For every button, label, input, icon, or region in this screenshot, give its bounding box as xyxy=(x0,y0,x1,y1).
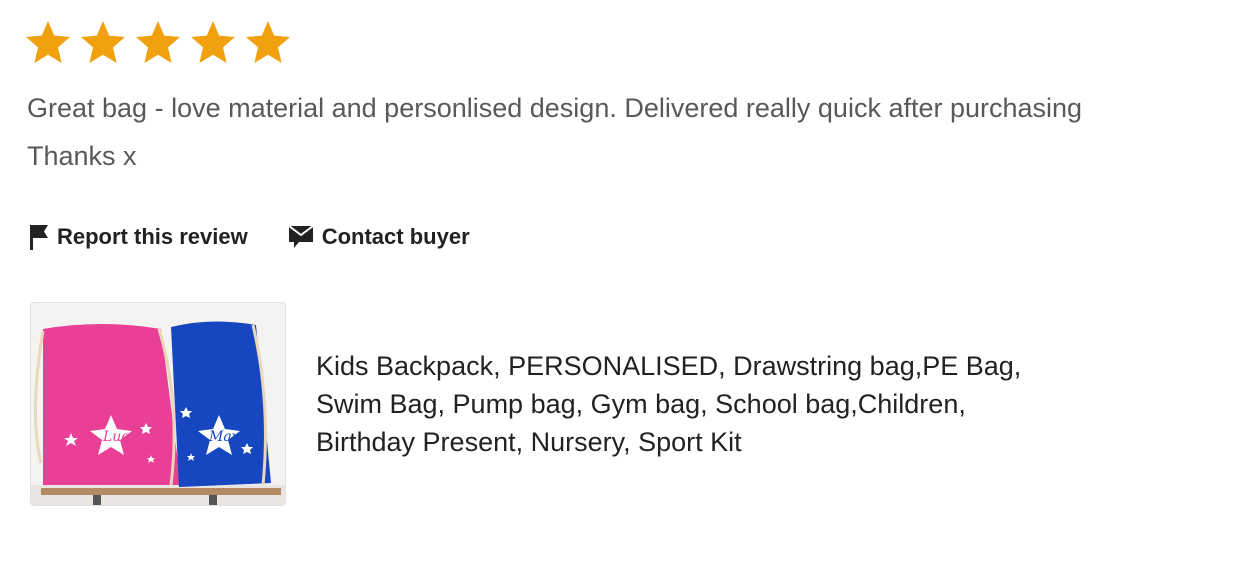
contact-buyer-label: Contact buyer xyxy=(321,224,470,249)
star-icon xyxy=(136,21,180,63)
star-icon xyxy=(191,21,235,63)
contact-buyer-link[interactable]: Contact buyer xyxy=(288,224,470,250)
star-icon xyxy=(246,21,290,63)
review-text-line: Thanks x xyxy=(27,141,137,171)
listing-item: Lucy Max Kids Backpack, PERSONALISED, Dr… xyxy=(30,302,1076,506)
listing-thumbnail[interactable]: Lucy Max xyxy=(30,302,286,506)
report-review-label: Report this review xyxy=(57,224,248,249)
star-icon xyxy=(26,21,70,63)
review-actions: Report this review Contact buyer xyxy=(29,224,470,250)
listing-title-line: Kids Backpack, PERSONALISED, Drawstring … xyxy=(316,351,1022,381)
review-text-line: Great bag - love material and personlise… xyxy=(27,93,1083,123)
report-review-link[interactable]: Report this review xyxy=(29,224,248,250)
review-text: Great bag - love material and personlise… xyxy=(27,84,1227,180)
flag-icon xyxy=(29,224,49,250)
image-name-right: Max xyxy=(208,429,240,445)
listing-title-line: Swim Bag, Pump bag, Gym bag, School bag,… xyxy=(316,389,966,419)
star-icon xyxy=(81,21,125,63)
image-name-left: Lucy xyxy=(102,429,138,445)
star-rating xyxy=(24,19,292,67)
message-icon xyxy=(288,224,314,250)
listing-title[interactable]: Kids Backpack, PERSONALISED, Drawstring … xyxy=(316,347,1076,461)
listing-title-line: Birthday Present, Nursery, Sport Kit xyxy=(316,427,742,457)
